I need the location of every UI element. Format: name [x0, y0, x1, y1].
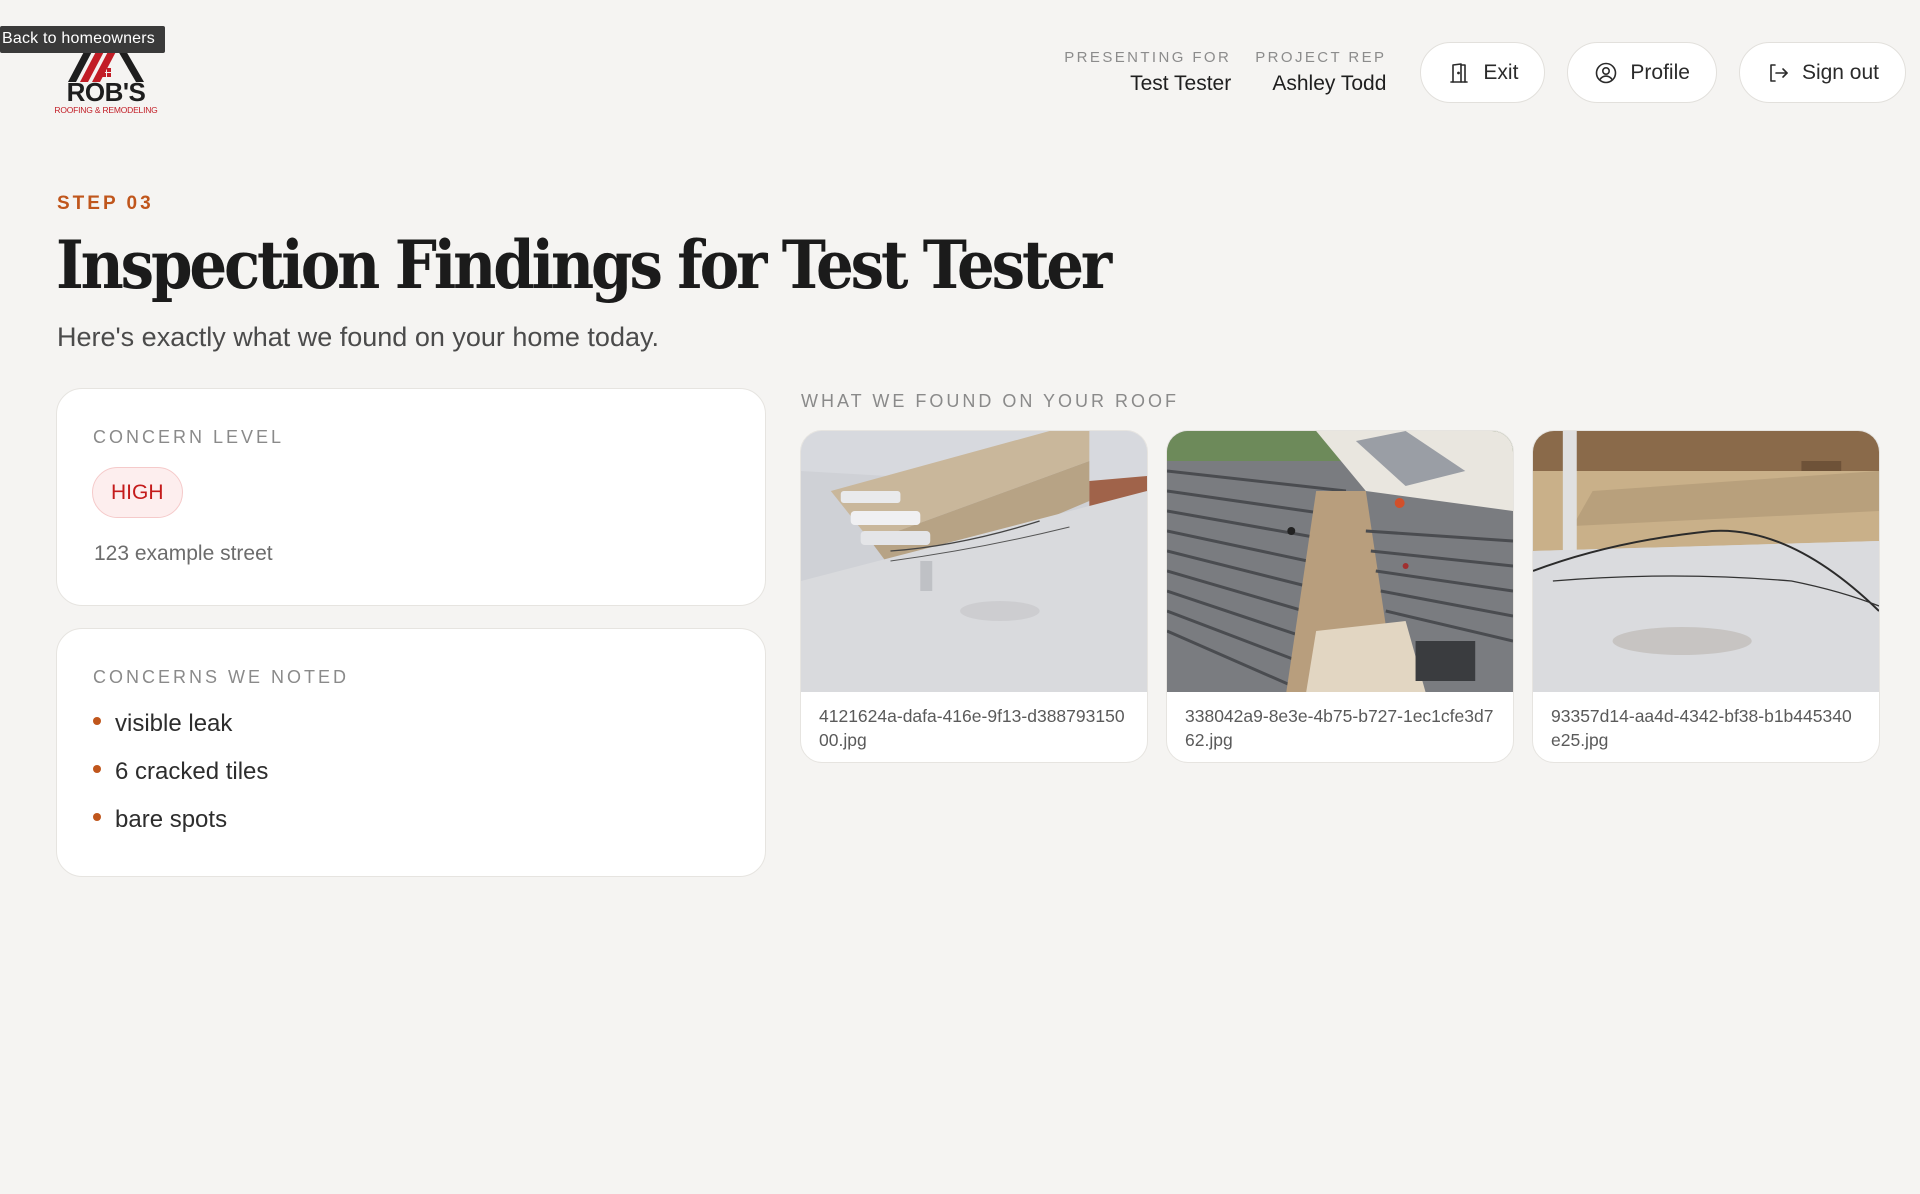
bullet-icon [93, 717, 101, 725]
roof-photo [1167, 431, 1513, 692]
bullet-icon [93, 813, 101, 821]
property-address: 123 example street [94, 542, 273, 565]
user-circle-icon [1594, 61, 1618, 85]
presenting-for: PRESENTING FOR Test Tester [1064, 49, 1231, 96]
roof-photo-card[interactable]: 4121624a-dafa-416e-9f13-d38879315000.jpg [800, 430, 1148, 763]
concern-level-card: CONCERN LEVEL HIGH 123 example street [56, 388, 766, 606]
presenting-label: PRESENTING FOR [1064, 49, 1232, 66]
exit-button[interactable]: Exit [1420, 42, 1546, 103]
photo-filename: 93357d14-aa4d-4342-bf38-b1b445340e25.jpg [1551, 706, 1852, 750]
photo-filename: 338042a9-8e3e-4b75-b727-1ec1cfe3d762.jpg [1185, 706, 1494, 750]
bullet-icon [93, 765, 101, 773]
concern-text: visible leak [115, 710, 233, 737]
list-item: bare spots [93, 805, 268, 853]
concern-text: 6 cracked tiles [115, 758, 269, 785]
roof-photo [1533, 431, 1879, 692]
concern-text: bare spots [115, 806, 228, 833]
roof-photo-card[interactable]: 93357d14-aa4d-4342-bf38-b1b445340e25.jpg [1532, 430, 1880, 763]
roof-photo-card[interactable]: 338042a9-8e3e-4b75-b727-1ec1cfe3d762.jpg [1166, 430, 1514, 763]
presenting-value: Test Tester [1130, 72, 1232, 95]
profile-button[interactable]: Profile [1567, 42, 1717, 103]
header-actions: PRESENTING FOR Test Tester PROJECT REP A… [1064, 42, 1906, 103]
rep-label: PROJECT REP [1255, 49, 1387, 66]
list-item: 6 cracked tiles [93, 757, 268, 805]
concerns-noted-label: CONCERNS WE NOTED [93, 667, 350, 687]
exit-label: Exit [1483, 60, 1519, 84]
project-rep: PROJECT REP Ashley Todd [1255, 49, 1386, 96]
profile-label: Profile [1630, 60, 1690, 84]
step-indicator: STEP 03 [57, 193, 154, 214]
list-item: visible leak [93, 709, 268, 757]
roof-photo [801, 431, 1147, 692]
page-subtitle: Here's exactly what we found on your hom… [57, 322, 659, 352]
sign-out-button[interactable]: Sign out [1738, 42, 1906, 103]
logo-subtitle: ROOFING & REMODELING [54, 105, 158, 115]
concern-level-badge: HIGH [92, 467, 183, 518]
photo-filename: 4121624a-dafa-416e-9f13-d38879315000.jpg [819, 706, 1125, 750]
sign-out-label: Sign out [1801, 60, 1879, 84]
door-exit-icon [1447, 61, 1471, 85]
concern-level-label: CONCERN LEVEL [93, 427, 285, 447]
back-tooltip: Back to homeowners [0, 26, 166, 53]
logo-name: ROB'S [66, 77, 146, 107]
photos-section-label: WHAT WE FOUND ON YOUR ROOF [801, 391, 1179, 411]
concerns-list: visible leak 6 cracked tiles bare spots [93, 709, 268, 853]
page-title: Inspection Findings for Test Tester [56, 226, 1112, 304]
rep-value: Ashley Todd [1272, 72, 1387, 95]
concerns-noted-card: CONCERNS WE NOTED visible leak 6 cracked… [56, 628, 766, 877]
logout-icon [1766, 61, 1790, 85]
